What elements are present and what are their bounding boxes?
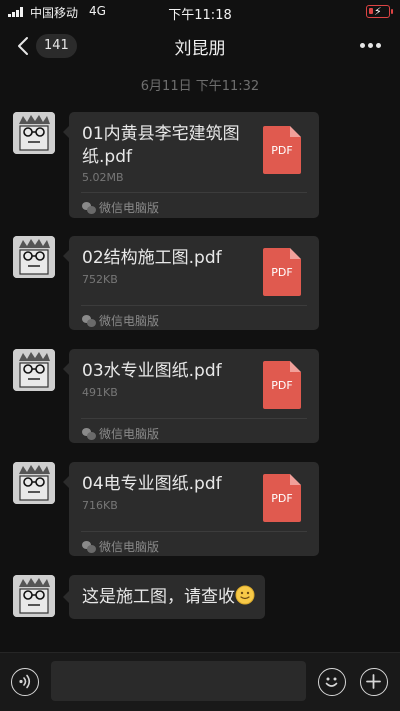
file-source: 微信电脑版 <box>82 199 159 216</box>
file-message[interactable]: 01内黄县李宅建筑图纸.pdf 5.02MB PDF 微信电脑版 <box>63 112 319 218</box>
input-bar <box>0 652 400 711</box>
file-name: 01内黄县李宅建筑图纸.pdf <box>82 124 240 167</box>
avatar-sketch-icon <box>13 236 55 278</box>
chat-title: 刘昆朋 <box>174 39 226 59</box>
avatar-sketch-icon <box>13 462 55 504</box>
file-message[interactable]: 04电专业图纸.pdf 716KB PDF 微信电脑版 <box>63 462 319 556</box>
file-name: 03水专业图纸.pdf <box>82 361 222 381</box>
message-timestamp: 6月11日 下午11:32 <box>140 79 260 94</box>
avatar[interactable] <box>13 462 55 504</box>
card-divider <box>81 192 307 193</box>
avatar[interactable] <box>13 112 55 154</box>
avatar[interactable] <box>13 236 55 278</box>
smile-icon[interactable] <box>318 668 346 696</box>
file-size: 752KB <box>82 273 118 286</box>
pdf-file-icon: PDF <box>263 126 301 174</box>
nav-bar: 141 刘昆朋 <box>0 24 400 68</box>
avatar-sketch-icon <box>13 575 55 617</box>
card-divider <box>81 305 307 306</box>
file-source: 微信电脑版 <box>82 425 159 442</box>
pdf-file-icon: PDF <box>263 361 301 409</box>
avatar-sketch-icon <box>13 349 55 391</box>
file-name: 02结构施工图.pdf <box>82 248 222 268</box>
text-message[interactable]: 这是施工图，请查收 <box>63 575 265 619</box>
plus-icon[interactable] <box>360 668 388 696</box>
file-name: 04电专业图纸.pdf <box>82 474 222 494</box>
pdf-file-icon: PDF <box>263 474 301 522</box>
smile-emoji-icon <box>235 585 255 605</box>
avatar[interactable] <box>13 575 55 617</box>
file-size: 716KB <box>82 499 118 512</box>
file-size: 5.02MB <box>82 171 124 184</box>
avatar-sketch-icon <box>13 112 55 154</box>
wechat-icon <box>82 541 96 553</box>
voice-icon[interactable] <box>11 668 39 696</box>
file-source: 微信电脑版 <box>82 538 159 555</box>
message-text: 这是施工图，请查收 <box>82 587 235 607</box>
file-message[interactable]: 03水专业图纸.pdf 491KB PDF 微信电脑版 <box>63 349 319 443</box>
message-input[interactable] <box>51 661 306 701</box>
chat-screen: 中国移动 4G 下午11:18 ⚡ 141 刘昆朋 6月11日 下午11:32 … <box>0 0 400 711</box>
avatar[interactable] <box>13 349 55 391</box>
file-source: 微信电脑版 <box>82 312 159 329</box>
file-message[interactable]: 02结构施工图.pdf 752KB PDF 微信电脑版 <box>63 236 319 330</box>
ellipsis-icon[interactable] <box>360 43 382 49</box>
pdf-file-icon: PDF <box>263 248 301 296</box>
status-bar: 中国移动 4G 下午11:18 ⚡ <box>0 0 400 24</box>
wechat-icon <box>82 315 96 327</box>
status-time: 下午11:18 <box>168 8 232 23</box>
file-size: 491KB <box>82 386 118 399</box>
wechat-icon <box>82 202 96 214</box>
card-divider <box>81 418 307 419</box>
wechat-icon <box>82 428 96 440</box>
card-divider <box>81 531 307 532</box>
battery-icon: ⚡ <box>366 5 393 18</box>
